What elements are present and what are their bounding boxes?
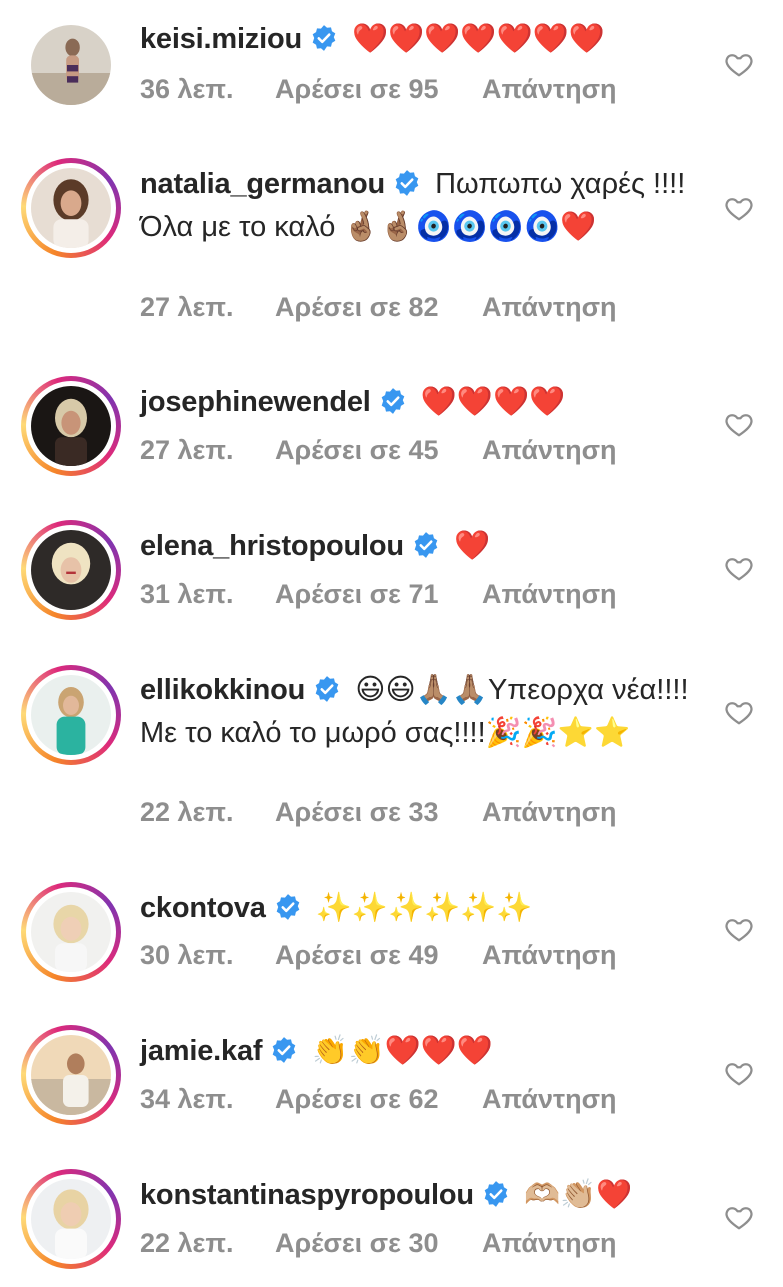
comment-username[interactable]: jamie.kaf — [140, 1035, 263, 1067]
verified-badge-icon — [310, 24, 338, 52]
comment-likes[interactable]: Αρέσει σε 71 — [275, 579, 482, 610]
comment-time: 22 λεπ. — [140, 1228, 234, 1258]
verified-badge-icon — [393, 169, 421, 197]
comment-username[interactable]: keisi.miziou — [140, 23, 302, 55]
avatar[interactable] — [21, 882, 121, 982]
comment-likes[interactable]: Αρέσει σε 30 — [275, 1228, 482, 1259]
reply-button[interactable]: Απάντηση — [482, 1084, 617, 1115]
avatar[interactable] — [21, 158, 121, 258]
avatar[interactable] — [21, 15, 121, 115]
like-heart-icon[interactable] — [724, 409, 754, 439]
comment-time: 36 λεπ. — [140, 74, 234, 104]
comment-likes[interactable]: Αρέσει σε 95 — [275, 74, 482, 105]
comment-likes[interactable]: Αρέσει σε 45 — [275, 435, 482, 466]
verified-badge-icon — [270, 1036, 298, 1064]
reply-button[interactable]: Απάντηση — [482, 74, 617, 105]
like-heart-icon[interactable] — [724, 49, 754, 79]
comment-likes[interactable]: Αρέσει σε 82 — [275, 292, 482, 323]
verified-badge-icon — [379, 387, 407, 415]
like-heart-icon[interactable] — [724, 914, 754, 944]
avatar[interactable] — [21, 1169, 121, 1269]
comment-likes[interactable]: Αρέσει σε 49 — [275, 940, 482, 971]
comment-likes[interactable]: Αρέσει σε 33 — [275, 797, 482, 828]
comment-text: 🫶🏼👏🏼❤️ — [524, 1179, 633, 1211]
verified-badge-icon — [482, 1180, 510, 1208]
comment-time: 31 λεπ. — [140, 579, 234, 609]
comment-likes[interactable]: Αρέσει σε 62 — [275, 1084, 482, 1115]
comment-time: 34 λεπ. — [140, 1084, 234, 1114]
comment-time: 27 λεπ. — [140, 435, 234, 465]
comment-username[interactable]: natalia_germanou — [140, 168, 385, 200]
reply-button[interactable]: Απάντηση — [482, 1228, 617, 1259]
reply-button[interactable]: Απάντηση — [482, 940, 617, 971]
reply-button[interactable]: Απάντηση — [482, 292, 617, 323]
reply-button[interactable]: Απάντηση — [482, 435, 617, 466]
comment-username[interactable]: josephinewendel — [140, 386, 371, 418]
comment-text: ✨✨✨✨✨✨ — [315, 892, 533, 924]
like-heart-icon[interactable] — [724, 193, 754, 223]
like-heart-icon[interactable] — [724, 553, 754, 583]
comment-username[interactable]: elena_hristopoulou — [140, 530, 404, 562]
avatar[interactable] — [21, 1025, 121, 1125]
like-heart-icon[interactable] — [724, 697, 754, 727]
comment-username[interactable]: konstantinaspyropoulou — [140, 1179, 474, 1211]
comment-list: keisi.miziou ❤️❤️❤️❤️❤️❤️❤️ 36 λεπ. Αρέσε… — [0, 0, 783, 1287]
comment-text: 👏👏❤️❤️❤️ — [312, 1035, 493, 1067]
verified-badge-icon — [274, 893, 302, 921]
avatar[interactable] — [21, 665, 121, 765]
reply-button[interactable]: Απάντηση — [482, 579, 617, 610]
verified-badge-icon — [412, 531, 440, 559]
avatar[interactable] — [21, 376, 121, 476]
like-heart-icon[interactable] — [724, 1058, 754, 1088]
avatar[interactable] — [21, 520, 121, 620]
comment-username[interactable]: ckontova — [140, 892, 266, 924]
verified-badge-icon — [313, 675, 341, 703]
like-heart-icon[interactable] — [724, 1202, 754, 1232]
reply-button[interactable]: Απάντηση — [482, 797, 617, 828]
comment-time: 22 λεπ. — [140, 797, 234, 827]
comment-text: ❤️ — [453, 530, 491, 562]
comment-time: 30 λεπ. — [140, 940, 234, 970]
comment-text: ❤️❤️❤️❤️❤️❤️❤️ — [352, 23, 605, 55]
comment-time: 27 λεπ. — [140, 292, 234, 322]
comment-username[interactable]: ellikokkinou — [140, 674, 305, 706]
comment-text: ❤️❤️❤️❤️ — [420, 386, 566, 418]
